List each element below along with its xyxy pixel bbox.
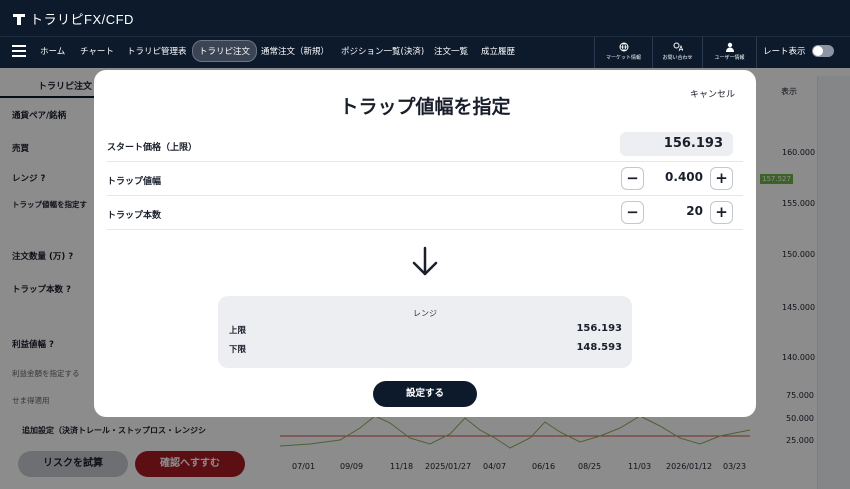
nav-positions[interactable]: ポジション一覧(決済) [341,45,424,57]
main-nav: ホーム チャート トラリピ管理表 トラリピ注文 通常注文（新規） ポジション一覧… [0,36,850,68]
cancel-button[interactable]: キャンセル [690,87,735,100]
dialog-title: トラップ値幅を指定 [339,96,511,118]
nav-execution-history[interactable]: 成立履歴 [481,45,515,57]
lower-label: 下限 [229,345,247,355]
range-summary: レンジ 上限 156.193 下限 148.593 [218,296,632,368]
start-price-row: スタート価格（上限） 156.193 [107,129,743,162]
user-info-label: ユーザー情報 [714,55,745,61]
nav-toraripi-order[interactable]: トラリピ注文 [192,40,258,62]
nav-divider [756,37,757,68]
arrow-down-icon [412,246,438,276]
contact-label: お問い合わせ [662,55,693,61]
trap-width-stepper: − 0.400 + [621,167,733,190]
logo-mark-icon [13,13,25,25]
nav-normal-order[interactable]: 通常注文（新規） [261,45,329,57]
app-header: トラリピFX/CFD [0,0,850,36]
trap-width-dialog: トラップ値幅を指定 キャンセル スタート価格（上限） 156.193 トラップ値… [94,70,756,417]
trap-width-row: トラップ値幅 − 0.400 + [107,163,743,196]
trap-count-decrement-button[interactable]: − [621,201,644,224]
globe-icon [619,42,628,52]
nav-home[interactable]: ホーム [40,45,65,57]
trap-width-decrement-button[interactable]: − [621,167,644,190]
nav-order-list[interactable]: 注文一覧 [434,45,468,57]
range-summary-title: レンジ [413,309,437,318]
nav-contact[interactable]: お問い合わせ [652,37,702,68]
nav-user-info[interactable]: ユーザー情報 [702,37,756,68]
rate-display-label: レート表示 [763,47,806,57]
user-icon [725,42,734,52]
nav-chart[interactable]: チャート [80,45,114,57]
contact-icon [673,42,683,52]
rate-display-toggle[interactable] [812,45,834,57]
app-logo-text: トラリピFX/CFD [30,12,134,27]
upper-value: 156.193 [576,323,622,334]
set-button[interactable]: 設定する [373,381,477,407]
start-price-field[interactable]: 156.193 [620,132,733,156]
trap-width-label: トラップ値幅 [107,177,162,187]
app-logo[interactable]: トラリピFX/CFD [12,9,134,28]
trap-count-increment-button[interactable]: + [710,201,733,224]
trap-count-value[interactable]: 20 [686,204,703,218]
trap-count-row: トラップ本数 − 20 + [107,197,743,230]
start-price-label: スタート価格（上限） [107,143,198,153]
lower-value: 148.593 [576,342,622,353]
nav-toraripi-management[interactable]: トラリピ管理表 [127,45,187,57]
upper-label: 上限 [229,326,247,336]
nav-market-info[interactable]: マーケット情報 [594,37,652,68]
trap-width-value[interactable]: 0.400 [665,170,703,184]
trap-count-stepper: − 20 + [621,201,733,224]
market-info-label: マーケット情報 [605,55,641,61]
hamburger-menu-icon[interactable] [12,45,26,57]
trap-count-label: トラップ本数 [107,211,162,221]
trap-width-increment-button[interactable]: + [710,167,733,190]
